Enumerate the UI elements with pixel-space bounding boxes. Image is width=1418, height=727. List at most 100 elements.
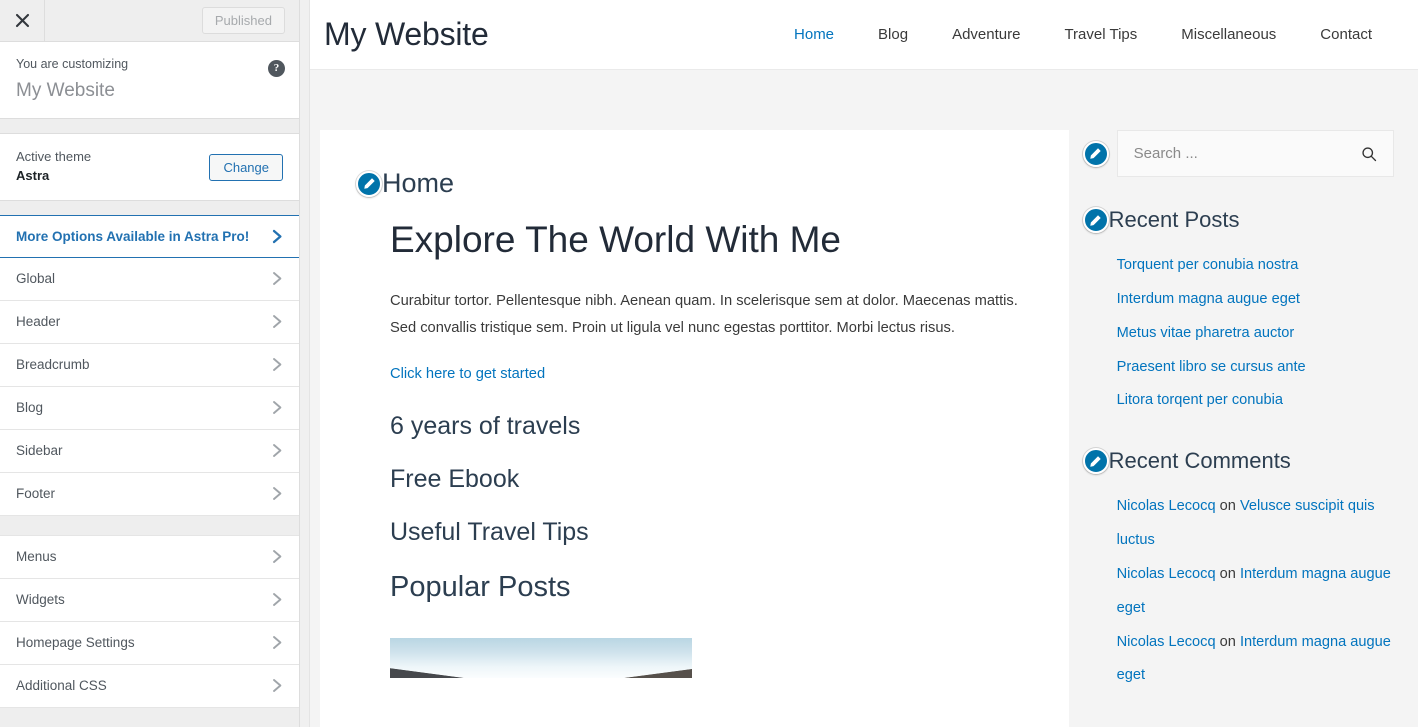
recent-post-link[interactable]: Interdum magna augue eget [1117, 291, 1300, 307]
nav-item-home[interactable]: Home [772, 26, 856, 43]
recent-post-link[interactable]: Metus vitae pharetra auctor [1117, 325, 1295, 341]
hero-title: Explore The World With Me [390, 219, 842, 260]
customizer-app: Published You are customizing My Website… [0, 0, 1418, 727]
chevron-right-icon [272, 678, 283, 693]
chevron-right-icon [272, 229, 283, 244]
sidebar-item-astra-pro[interactable]: More Options Available in Astra Pro! [0, 214, 299, 258]
sidebar-item-menus[interactable]: Menus [0, 535, 299, 579]
search-widget [1082, 130, 1394, 177]
active-theme-row: Active theme Astra Change [0, 133, 299, 201]
list-item: Litora torqent per conubia [1117, 384, 1394, 418]
edit-pencil-icon[interactable] [1082, 448, 1109, 475]
comment-author-link[interactable]: Nicolas Lecocq [1117, 498, 1216, 514]
recent-comments-list: Nicolas Lecocq on Velusce suscipit quis … [1117, 490, 1394, 693]
get-started-link[interactable]: Click here to get started [390, 366, 1033, 382]
nav-item-miscellaneous[interactable]: Miscellaneous [1159, 26, 1298, 43]
section-heading-free-ebook: Free Ebook [390, 464, 520, 493]
sidebar-item-label: Homepage Settings [16, 635, 135, 651]
search-box [1116, 130, 1394, 177]
site-logo-title[interactable]: My Website [324, 16, 489, 53]
sidebar-item-sidebar[interactable]: Sidebar [0, 429, 299, 473]
sidebar-item-label: Widgets [16, 592, 65, 608]
chevron-right-icon [272, 400, 283, 415]
sidebar-item-label: Breadcrumb [16, 357, 90, 373]
list-item: Praesent libro se cursus ante [1117, 351, 1394, 385]
panel-gap-2 [0, 200, 299, 215]
comment-author-link[interactable]: Nicolas Lecocq [1117, 634, 1216, 650]
preview-sidebar: Recent Posts Torquent per conubia nostra… [1069, 130, 1418, 727]
change-theme-button[interactable]: Change [209, 153, 283, 181]
page-title-row: Home [356, 170, 1033, 197]
section-heading-years-of-travels: 6 years of travels [390, 411, 581, 440]
customizing-label: You are customizing [16, 57, 129, 71]
recent-posts-title-row: Recent Posts [1082, 207, 1394, 233]
nav-item-adventure[interactable]: Adventure [930, 26, 1042, 43]
list-item: Metus vitae pharetra auctor [1117, 317, 1394, 351]
list-item: Nicolas Lecocq on Velusce suscipit quis … [1117, 490, 1394, 558]
chevron-right-icon [272, 443, 283, 458]
recent-posts-title: Recent Posts [1108, 207, 1240, 232]
list-item: Interdum magna augue eget [1117, 283, 1394, 317]
sidebar-item-label: Sidebar [16, 443, 63, 459]
publish-button[interactable]: Published [201, 7, 285, 34]
chevron-right-icon [272, 592, 283, 607]
comment-author-link[interactable]: Nicolas Lecocq [1117, 566, 1216, 582]
sidebar-item-widgets[interactable]: Widgets [0, 578, 299, 622]
sidebar-item-label: Additional CSS [16, 678, 107, 694]
sidebar-item-global[interactable]: Global [0, 257, 299, 301]
active-theme-text: Active theme Astra [16, 148, 91, 186]
preview-body: Home Explore The World With Me Curabitur… [310, 70, 1418, 727]
recent-comments-widget: Recent Comments Nicolas Lecocq on Velusc… [1082, 448, 1394, 693]
close-icon[interactable] [0, 0, 45, 41]
recent-posts-widget: Recent Posts Torquent per conubia nostra… [1082, 207, 1394, 418]
landscape-photo [390, 637, 692, 678]
help-icon[interactable]: ? [268, 60, 285, 77]
recent-comments-title: Recent Comments [1108, 448, 1291, 474]
site-header: My Website Home Blog Adventure Travel Ti… [310, 0, 1418, 70]
section-heading-useful-travel-tips: Useful Travel Tips [390, 517, 589, 546]
customizer-sidebar: Published You are customizing My Website… [0, 0, 300, 727]
sidebar-item-blog[interactable]: Blog [0, 386, 299, 430]
recent-comments-title-row: Recent Comments [1082, 448, 1394, 475]
sidebar-item-label: Menus [16, 549, 57, 565]
edit-pencil-icon[interactable] [1082, 140, 1109, 167]
sidebar-item-header[interactable]: Header [0, 300, 299, 344]
customizer-menu: More Options Available in Astra Pro! Glo… [0, 214, 299, 727]
sidebar-item-label: Header [16, 314, 61, 330]
nav-item-blog[interactable]: Blog [856, 26, 930, 43]
sidebar-item-breadcrumb[interactable]: Breadcrumb [0, 343, 299, 387]
active-theme-label: Active theme [16, 149, 92, 165]
edit-pencil-icon[interactable] [1082, 207, 1109, 233]
list-item: Nicolas Lecocq on Interdum magna augue e… [1117, 558, 1394, 626]
customizer-site-title: My Website [16, 79, 115, 101]
nav-item-travel-tips[interactable]: Travel Tips [1042, 26, 1159, 43]
chevron-right-icon [272, 314, 283, 329]
sidebar-item-label: More Options Available in Astra Pro! [16, 228, 250, 244]
customizer-info: You are customizing My Website ? [0, 42, 299, 120]
search-icon[interactable] [1359, 146, 1379, 162]
chevron-right-icon [272, 549, 283, 564]
hero-paragraph: Curabitur tortor. Pellentesque nibh. Aen… [390, 292, 1018, 336]
nav-item-contact[interactable]: Contact [1298, 26, 1394, 43]
site-preview: My Website Home Blog Adventure Travel Ti… [310, 0, 1418, 727]
sidebar-item-footer[interactable]: Footer [0, 472, 299, 516]
recent-post-link[interactable]: Torquent per conubia nostra [1117, 257, 1299, 273]
customizer-topbar: Published [0, 0, 299, 42]
recent-posts-list: Torquent per conubia nostra Interdum mag… [1117, 249, 1394, 418]
page-title: Home [382, 168, 455, 198]
content-card: Home Explore The World With Me Curabitur… [320, 130, 1069, 727]
chevron-right-icon [272, 486, 283, 501]
recent-post-link[interactable]: Litora torqent per conubia [1117, 392, 1283, 408]
sidebar-item-label: Global [16, 271, 56, 287]
chevron-right-icon [272, 635, 283, 650]
sidebar-item-homepage-settings[interactable]: Homepage Settings [0, 621, 299, 665]
menu-bottom-gap [0, 707, 299, 727]
chevron-right-icon [272, 357, 283, 372]
search-input[interactable] [1133, 145, 1359, 162]
list-item: Nicolas Lecocq on Interdum magna augue e… [1117, 626, 1394, 694]
recent-post-link[interactable]: Praesent libro se cursus ante [1117, 359, 1306, 375]
sidebar-item-additional-css[interactable]: Additional CSS [0, 664, 299, 708]
comment-on-text: on [1215, 565, 1240, 582]
edit-pencil-icon[interactable] [356, 170, 382, 197]
